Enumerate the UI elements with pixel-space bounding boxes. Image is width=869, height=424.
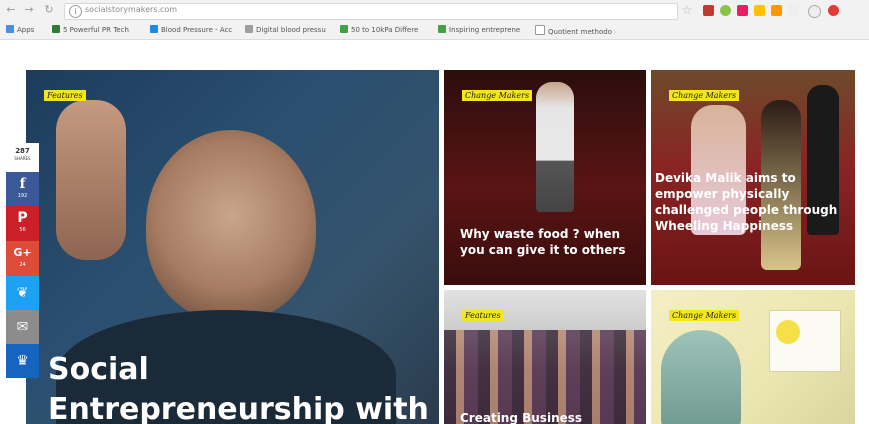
forward-icon[interactable]: →	[22, 3, 36, 17]
bookmark-item[interactable]: Apps	[6, 25, 34, 36]
bookmark-item[interactable]: Quotient methodo	[535, 25, 612, 36]
googleplus-icon: G+	[13, 246, 32, 259]
article-tile-hijab[interactable]: Change Makers	[651, 290, 855, 424]
twitter-share-button[interactable]: ❦	[6, 276, 39, 310]
browser-toolbar: ← → ↻ i socialstorymakers.com ☆	[0, 0, 869, 22]
extension-icon[interactable]	[828, 5, 839, 16]
headline-line: Entrepreneurship with	[48, 392, 429, 424]
bookmark-icon	[52, 25, 60, 33]
raised-hand-photo	[56, 100, 126, 260]
article-headline[interactable]: Devika Malik aims to empower physically …	[655, 170, 851, 234]
extension-icon[interactable]	[771, 5, 782, 16]
bookmark-item[interactable]: 5 Powerful PR Tech	[52, 25, 129, 36]
share-total-count: 287	[15, 147, 30, 155]
tag-change-makers[interactable]: Change Makers	[669, 310, 740, 321]
extension-icon[interactable]	[703, 5, 714, 16]
tag-features[interactable]: Features	[462, 310, 504, 321]
sticky-note-photo	[776, 320, 800, 344]
pinterest-share-button[interactable]: P 56	[6, 206, 39, 241]
speaker-photo	[536, 82, 574, 212]
bookmark-item[interactable]: Blood Pressure - Acc	[150, 25, 232, 36]
article-headline[interactable]: Why waste food ? when you can give it to…	[460, 226, 640, 258]
bookmark-item[interactable]: Digital blood pressu	[245, 25, 326, 36]
article-tile-devika[interactable]: Change Makers Devika Malik aims to empow…	[651, 70, 855, 285]
pinterest-icon: P	[17, 210, 28, 226]
bookmark-icon	[150, 25, 158, 33]
tag-change-makers[interactable]: Change Makers	[669, 90, 740, 101]
article-tile-business[interactable]: Features Creating Business	[444, 290, 646, 424]
extension-icon[interactable]	[788, 5, 799, 16]
page-icon	[535, 25, 545, 35]
googleplus-share-button[interactable]: G+ 24	[6, 241, 39, 276]
back-icon[interactable]: ←	[4, 3, 18, 17]
headline-line: Social	[48, 352, 149, 387]
email-icon: ✉	[16, 319, 29, 335]
speaker-photo	[146, 130, 316, 320]
facebook-icon: f	[19, 176, 26, 192]
crown-icon: ♛	[16, 353, 29, 369]
extension-icon[interactable]	[737, 5, 748, 16]
feature-tile-main[interactable]: Features Social Entrepreneurship with	[26, 70, 439, 424]
extension-icon[interactable]	[720, 5, 731, 16]
star-icon[interactable]: ☆	[680, 3, 694, 17]
extension-icon[interactable]	[754, 5, 765, 16]
bookmarks-bar: Apps 5 Powerful PR Tech Blood Pressure -…	[0, 22, 869, 40]
tag-features[interactable]: Features	[44, 90, 86, 101]
bookmark-icon	[245, 25, 253, 33]
twitter-icon: ❦	[16, 285, 29, 301]
googleplus-share-count: 24	[19, 262, 26, 268]
reload-icon[interactable]: ↻	[42, 3, 56, 17]
facebook-share-count: 192	[17, 193, 28, 199]
article-headline[interactable]: Creating Business	[460, 410, 640, 424]
pinterest-share-count: 56	[19, 227, 26, 233]
email-share-button[interactable]: ✉	[6, 310, 39, 344]
address-url[interactable]: socialstorymakers.com	[85, 5, 177, 14]
article-tile-food[interactable]: Change Makers Why waste food ? when you …	[444, 70, 646, 285]
bookmark-item[interactable]: Inspiring entreprene	[438, 25, 520, 36]
tag-change-makers[interactable]: Change Makers	[462, 90, 533, 101]
bookmark-icon	[340, 25, 348, 33]
apps-icon	[6, 25, 14, 33]
share-total-label: SHARES	[14, 156, 31, 161]
address-bar[interactable]: i socialstorymakers.com	[64, 3, 678, 20]
sumo-share-button[interactable]: ♛	[6, 344, 39, 378]
bookmark-icon	[438, 25, 446, 33]
share-count: 287 SHARES	[6, 143, 39, 172]
extension-icon[interactable]	[808, 5, 821, 18]
facebook-share-button[interactable]: f 192	[6, 172, 39, 206]
main-headline[interactable]: Social Entrepreneurship with	[48, 350, 438, 424]
page-info-icon[interactable]: i	[69, 5, 82, 18]
bookmark-item[interactable]: 50 to 10kPa Differe	[340, 25, 418, 36]
person-photo	[661, 330, 741, 424]
